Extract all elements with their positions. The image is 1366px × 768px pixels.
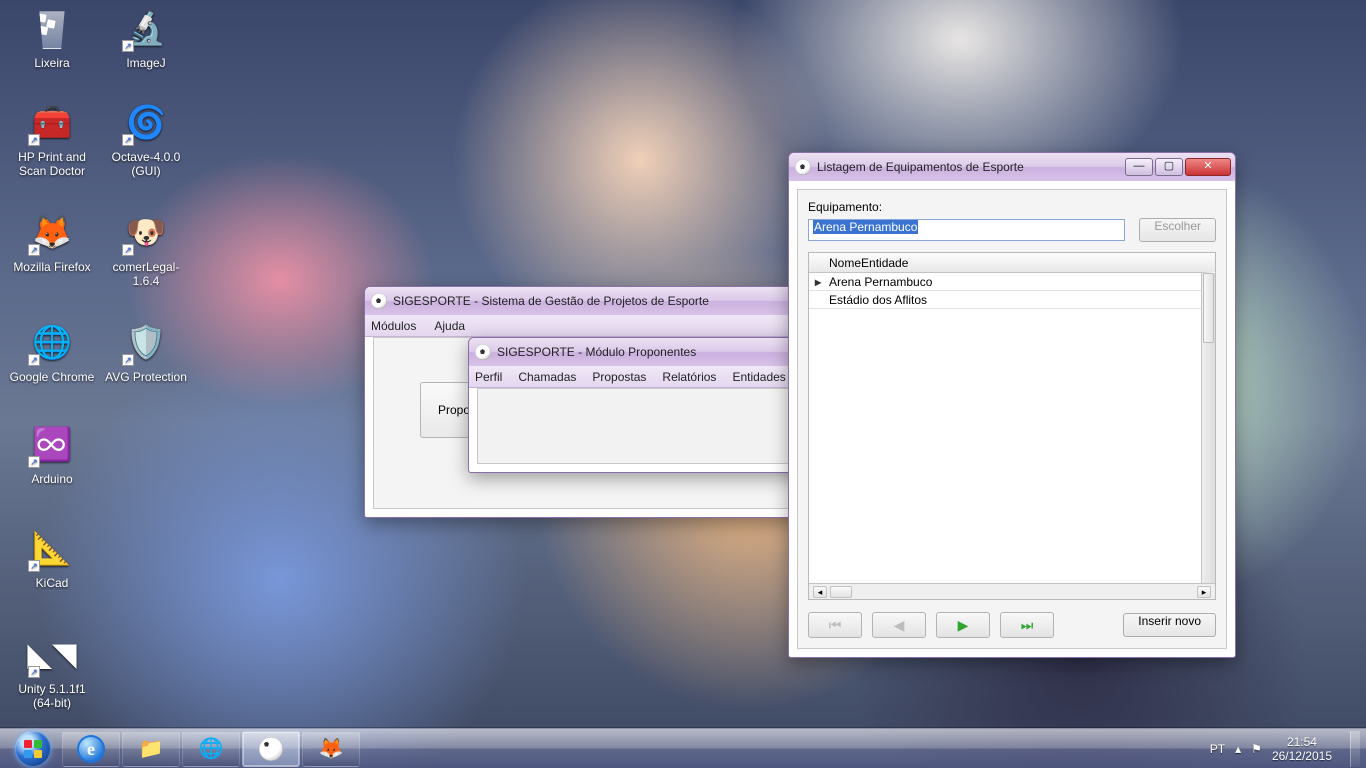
taskbar[interactable]: 📁 🌐 🦊 PT ▴ ⚑ 21:54 26/12/2015 (0, 728, 1366, 768)
clock[interactable]: 21:54 26/12/2015 (1272, 735, 1332, 763)
taskbar-gimp[interactable]: 🦊 (302, 731, 360, 767)
maximize-button[interactable]: ▢ (1155, 158, 1183, 176)
column-header-label: NomeEntidade (829, 256, 908, 270)
titlebar[interactable]: Listagem de Equipamentos de Esporte — ▢ … (789, 153, 1235, 181)
table-row[interactable]: ▸Arena Pernambuco (809, 273, 1215, 291)
icon-label: Arduino (8, 472, 96, 486)
desktop-icon-kicad[interactable]: 📐↗KiCad (8, 524, 96, 590)
input-selection: Arena Pernambuco (813, 220, 918, 234)
show-desktop-button[interactable] (1350, 731, 1360, 767)
desktop-icon-avg[interactable]: 🛡️↗AVG Protection (102, 318, 190, 384)
desktop-icon-arduino[interactable]: ♾️↗Arduino (8, 420, 96, 486)
soccer-ball-icon (475, 344, 491, 360)
close-button[interactable]: ✕ (1185, 158, 1231, 176)
desktop[interactable]: Lixeira 🔬↗ImageJ 🧰↗HP Print and Scan Doc… (0, 0, 1366, 768)
vertical-scrollbar[interactable] (1201, 273, 1215, 583)
shortcut-overlay-icon: ↗ (28, 244, 40, 256)
window-title: SIGESPORTE - Módulo Proponentes (497, 345, 825, 359)
trash-icon (31, 7, 73, 49)
desktop-icon-lixeira[interactable]: Lixeira (8, 4, 96, 70)
taskbar-chrome[interactable]: 🌐 (182, 731, 240, 767)
menu-entidades[interactable]: Entidades (732, 370, 785, 384)
desktop-icon-octave[interactable]: 🌀↗Octave-4.0.0 (GUI) (102, 98, 190, 178)
menu-modulos[interactable]: Módulos (371, 319, 416, 333)
grid[interactable]: NomeEntidade ▸Arena Pernambuco Estádio d… (808, 252, 1216, 600)
system-tray[interactable]: PT ▴ ⚑ 21:54 26/12/2015 (1210, 731, 1360, 767)
cell: Estádio dos Aflitos (827, 293, 927, 307)
tray-chevron-up-icon[interactable]: ▴ (1235, 742, 1241, 756)
nav-next-button[interactable]: ▶ (936, 612, 990, 638)
clock-time: 21:54 (1272, 735, 1332, 749)
scroll-thumb[interactable] (1203, 273, 1214, 343)
icon-label: Mozilla Firefox (8, 260, 96, 274)
record-navigator: ⏮ ◀ ▶ ⏭ Inserir novo (808, 612, 1216, 638)
menu-propostas[interactable]: Propostas (592, 370, 646, 384)
label-equipamento: Equipamento: (808, 200, 1216, 214)
tray-flag-icon[interactable]: ⚑ (1251, 742, 1262, 756)
column-header[interactable]: NomeEntidade (809, 253, 1215, 273)
shortcut-overlay-icon: ↗ (28, 134, 40, 146)
shortcut-overlay-icon: ↗ (122, 244, 134, 256)
icon-label: ImageJ (102, 56, 190, 70)
soccer-ball-icon (259, 737, 283, 761)
desktop-icon-unity[interactable]: ◣◥↗Unity 5.1.1f1 (64-bit) (8, 630, 96, 710)
shortcut-overlay-icon: ↗ (28, 560, 40, 572)
icon-label: Unity 5.1.1f1 (64-bit) (8, 682, 96, 710)
folder-icon: 📁 (139, 736, 164, 761)
menu-perfil[interactable]: Perfil (475, 370, 502, 384)
scroll-right-icon[interactable]: ▸ (1197, 586, 1211, 598)
client-area: Equipamento: Arena Pernambuco Escolher N… (797, 189, 1227, 649)
menu-ajuda[interactable]: Ajuda (434, 319, 465, 333)
icon-label: Google Chrome (8, 370, 96, 384)
desktop-icon-imagej[interactable]: 🔬↗ImageJ (102, 4, 190, 70)
nav-prev-button[interactable]: ◀ (872, 612, 926, 638)
horizontal-scrollbar[interactable]: ◂ ▸ (809, 583, 1215, 599)
ie-icon (77, 735, 105, 763)
menu-relatorios[interactable]: Relatórios (662, 370, 716, 384)
taskbar-sigesporte[interactable] (242, 731, 300, 767)
table-row[interactable]: Estádio dos Aflitos (809, 291, 1215, 309)
scroll-left-icon[interactable]: ◂ (813, 586, 827, 598)
shortcut-overlay-icon: ↗ (28, 354, 40, 366)
shortcut-overlay-icon: ↗ (122, 354, 134, 366)
row-indicator-icon: ▸ (809, 275, 827, 289)
icon-label: comerLegal-1.6.4 (102, 260, 190, 288)
language-indicator[interactable]: PT (1210, 742, 1225, 756)
shortcut-overlay-icon: ↗ (122, 134, 134, 146)
soccer-ball-icon (795, 159, 811, 175)
minimize-button[interactable]: — (1125, 158, 1153, 176)
icon-label: Lixeira (8, 56, 96, 70)
scroll-thumb[interactable] (830, 586, 852, 598)
escolher-button[interactable]: Escolher (1139, 218, 1216, 242)
nav-last-button[interactable]: ⏭ (1000, 612, 1054, 638)
desktop-icon-comerlegal[interactable]: 🐶↗comerLegal-1.6.4 (102, 208, 190, 288)
icon-label: AVG Protection (102, 370, 190, 384)
desktop-icon-chrome[interactable]: 🌐↗Google Chrome (8, 318, 96, 384)
soccer-ball-icon (371, 293, 387, 309)
windows-orb-icon (15, 731, 51, 767)
window-title: SIGESPORTE - Sistema de Gestão de Projet… (393, 294, 811, 308)
cell: Arena Pernambuco (827, 275, 932, 289)
shortcut-overlay-icon: ↗ (28, 456, 40, 468)
equipamento-input[interactable]: Arena Pernambuco (808, 219, 1125, 241)
desktop-icon-firefox[interactable]: 🦊↗Mozilla Firefox (8, 208, 96, 274)
clock-date: 26/12/2015 (1272, 749, 1332, 763)
taskbar-explorer[interactable]: 📁 (122, 731, 180, 767)
window-title: Listagem de Equipamentos de Esporte (817, 160, 1123, 174)
menu-chamadas[interactable]: Chamadas (518, 370, 576, 384)
icon-label: KiCad (8, 576, 96, 590)
gimp-icon: 🦊 (319, 736, 344, 761)
window-listagem-equipamentos[interactable]: Listagem de Equipamentos de Esporte — ▢ … (788, 152, 1236, 658)
chrome-icon: 🌐 (199, 736, 224, 761)
taskbar-ie[interactable] (62, 731, 120, 767)
shortcut-overlay-icon: ↗ (28, 666, 40, 678)
icon-label: HP Print and Scan Doctor (8, 150, 96, 178)
desktop-icon-hp[interactable]: 🧰↗HP Print and Scan Doctor (8, 98, 96, 178)
nav-first-button[interactable]: ⏮ (808, 612, 862, 638)
icon-label: Octave-4.0.0 (GUI) (102, 150, 190, 178)
shortcut-overlay-icon: ↗ (122, 40, 134, 52)
start-button[interactable] (6, 731, 60, 767)
inserir-novo-button[interactable]: Inserir novo (1123, 613, 1216, 637)
